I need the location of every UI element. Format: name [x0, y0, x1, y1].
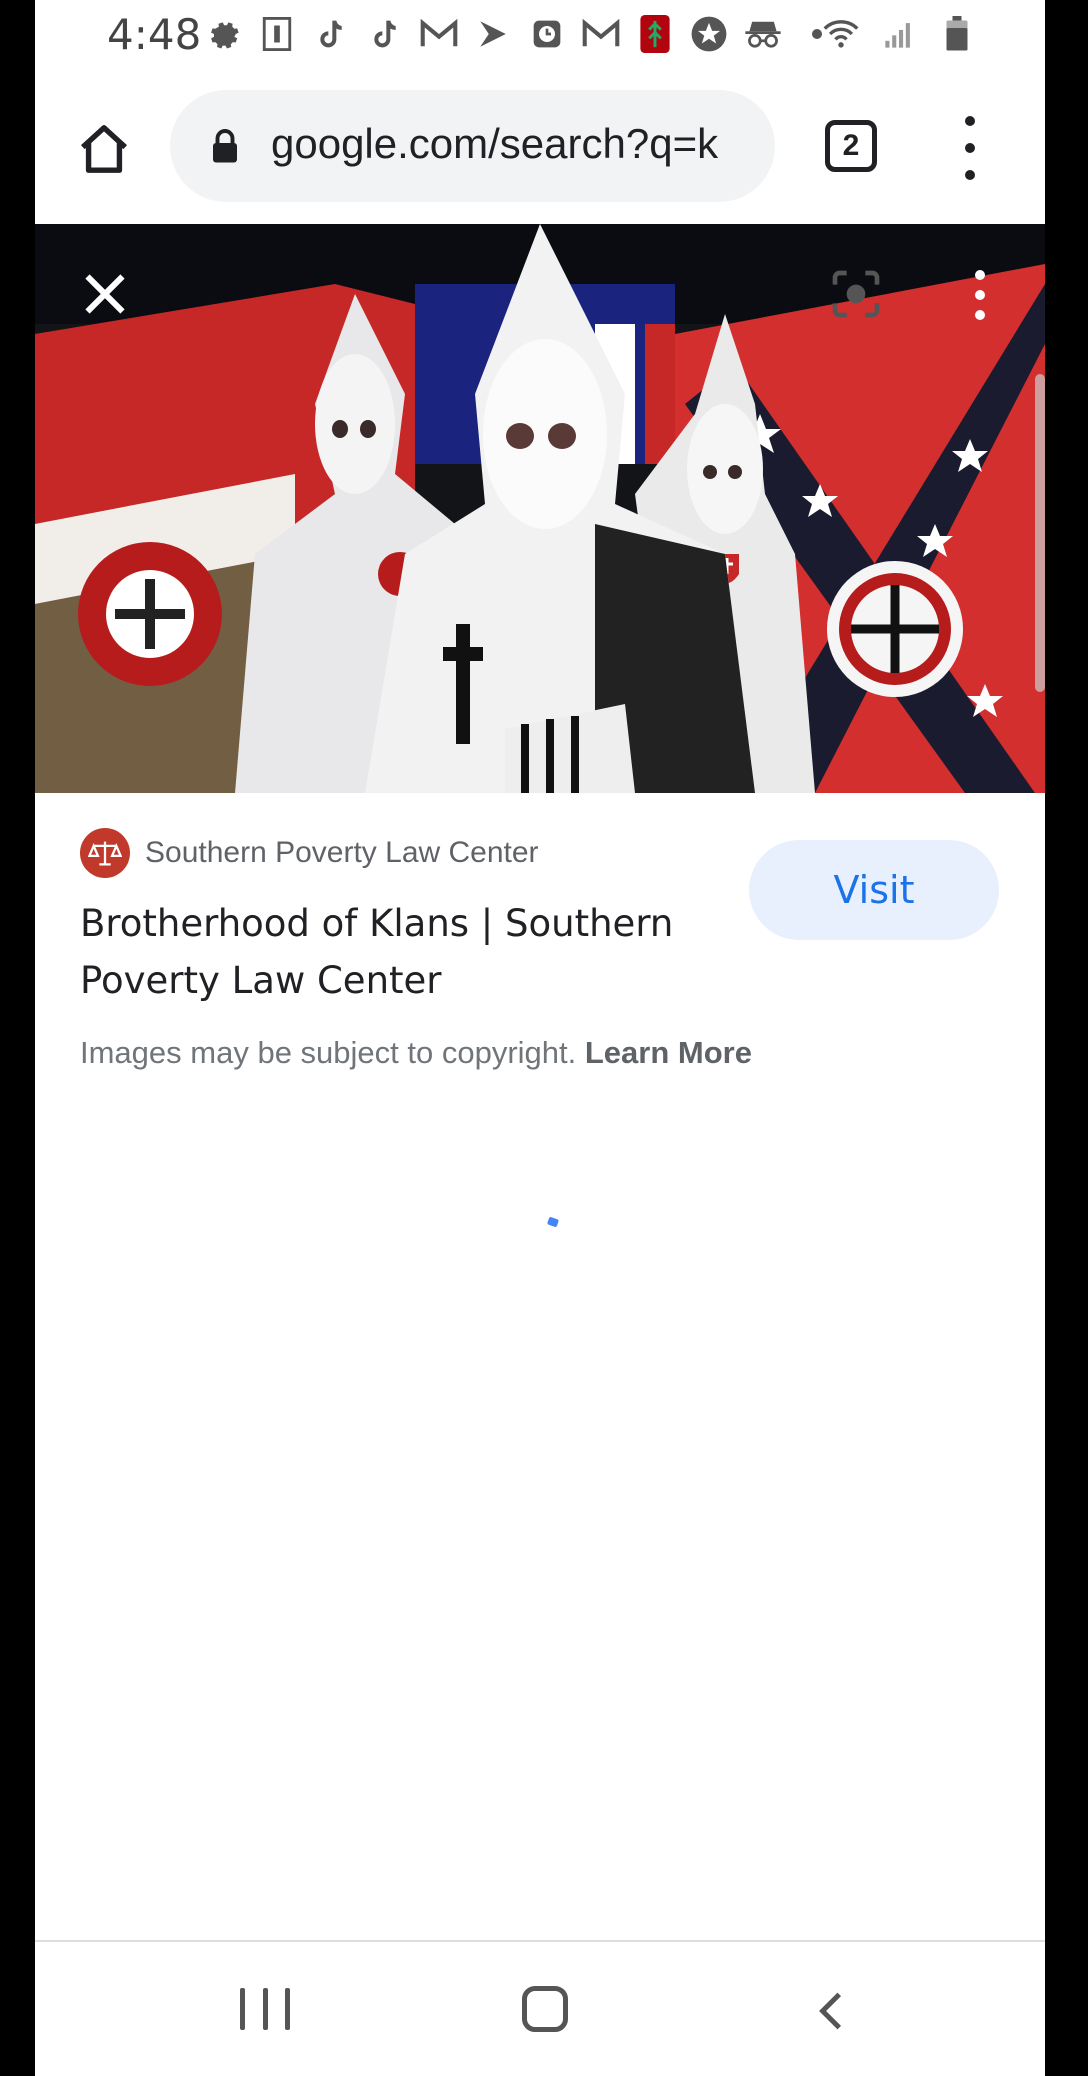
source-row[interactable]: Southern Poverty Law Center: [80, 828, 539, 878]
app-icon: [257, 14, 297, 54]
menu-dot: [975, 290, 985, 300]
scrollbar[interactable]: [1035, 374, 1045, 692]
battery-icon: [937, 14, 977, 54]
image-options-button[interactable]: [970, 270, 990, 320]
tab-switcher-button[interactable]: 2: [825, 120, 877, 172]
recent-apps-icon: [285, 1988, 290, 2030]
source-name: Southern Poverty Law Center: [145, 836, 539, 869]
signal-icon: [879, 14, 919, 54]
loading-spinner: [546, 1216, 560, 1228]
recent-apps-button[interactable]: [240, 1984, 290, 2034]
status-time: 4:48: [107, 10, 202, 59]
clock-app-icon: [527, 14, 567, 54]
lens-search-button[interactable]: [828, 266, 884, 322]
preview-photo: [35, 224, 1045, 793]
browser-toolbar: google.com/search?q=k 2: [35, 72, 1045, 224]
image-preview[interactable]: [35, 224, 1045, 793]
status-bar: 4:48: [35, 0, 1045, 72]
back-icon: [819, 1992, 842, 2030]
settings-gear-icon: [203, 14, 243, 54]
menu-dot: [965, 170, 975, 180]
tiktok-icon: [311, 14, 351, 54]
learn-more-link[interactable]: Learn More: [585, 1035, 752, 1070]
lock-icon: [210, 128, 240, 169]
recent-apps-icon: [262, 1988, 268, 2030]
address-bar[interactable]: google.com/search?q=k: [170, 90, 775, 202]
home-icon: [80, 125, 128, 173]
copyright-notice: Images may be subject to copyright. Lear…: [80, 1035, 752, 1071]
lens-icon: [832, 270, 880, 318]
system-icons: [821, 14, 977, 54]
home-button[interactable]: [69, 114, 139, 184]
home-nav-button[interactable]: [522, 1986, 568, 2032]
close-preview-button[interactable]: [75, 264, 135, 324]
menu-dot: [975, 310, 985, 320]
gmail-icon: [581, 14, 621, 54]
recent-apps-icon: [240, 1988, 245, 2030]
browser-menu-button[interactable]: [950, 116, 990, 180]
menu-dot: [965, 116, 975, 126]
menu-dot: [975, 270, 985, 280]
system-nav-bar: [35, 1940, 1045, 2076]
scales-of-justice-icon: [80, 828, 130, 878]
copyright-text: Images may be subject to copyright.: [80, 1035, 585, 1070]
wifi-icon: [821, 14, 861, 54]
back-button[interactable]: [808, 1986, 858, 2036]
visit-button[interactable]: Visit: [749, 840, 999, 940]
notification-icons: [203, 14, 837, 54]
incognito-icon: [743, 14, 783, 54]
tiktok-icon: [365, 14, 405, 54]
screen: 4:48 google.com/search?q=k 2 Southern Po…: [35, 0, 1045, 2076]
star-icon: [689, 14, 729, 54]
gmail-icon: [419, 14, 459, 54]
result-title[interactable]: Brotherhood of Klans | Southern Poverty …: [80, 895, 740, 1009]
close-icon: [85, 274, 125, 314]
sprint-icon: [473, 14, 513, 54]
menu-dot: [965, 143, 975, 153]
url-text[interactable]: google.com/search?q=k: [271, 120, 761, 168]
stanford-icon: [635, 14, 675, 54]
